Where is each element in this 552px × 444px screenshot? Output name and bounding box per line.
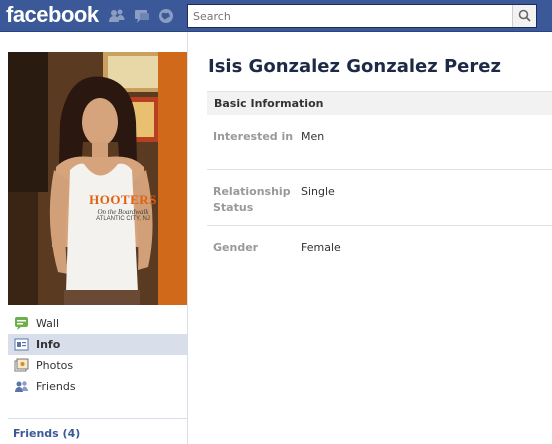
messages-icon[interactable] (133, 7, 151, 25)
shirt-brand-text: HOOTERS (89, 192, 157, 207)
photos-icon (14, 358, 29, 373)
left-column-divider (187, 32, 188, 444)
search-box (187, 4, 537, 28)
profile-name: Isis Gonzalez Gonzalez Perez (208, 56, 501, 77)
info-label: Interested in (213, 130, 294, 143)
notifications-icon[interactable] (157, 7, 175, 25)
friends-count-link[interactable]: Friends (4) (13, 427, 80, 440)
top-bar: facebook (0, 0, 552, 32)
info-label: Gender (213, 241, 259, 254)
profile-photo-illustration (8, 52, 188, 305)
nav-item-label: Wall (36, 317, 60, 330)
info-row-interested-in: Interested in Men (207, 126, 552, 170)
profile-picture[interactable]: HOOTERS On the Boardwalk ATLANTIC CITY, … (8, 52, 188, 305)
shirt-location-text: ATLANTIC CITY, NJ (96, 216, 150, 222)
friend-requests-icon[interactable] (108, 7, 126, 25)
info-value: Female (301, 241, 341, 254)
shirt-subtext: On the Boardwalk (97, 208, 149, 216)
friends-icon (14, 379, 29, 394)
friends-box: Friends (4) (8, 418, 187, 440)
nav-item-label: Photos (36, 359, 74, 372)
info-icon (14, 337, 29, 352)
info-row-gender: Gender Female (207, 226, 552, 266)
wall-icon (14, 316, 29, 331)
nav-item-friends[interactable]: Friends (8, 376, 187, 397)
nav-item-wall[interactable]: Wall (8, 313, 187, 334)
info-row-relationship-status: Relationship Status Single (207, 170, 552, 226)
search-button[interactable] (512, 5, 536, 27)
nav-item-label: Info (36, 338, 61, 351)
profile-nav: Wall Info Photos Friends (8, 313, 187, 397)
nav-item-label: Friends (36, 380, 76, 393)
nav-item-info[interactable]: Info (8, 334, 187, 355)
info-value: Men (301, 130, 325, 143)
shirt-print: HOOTERS On the Boardwalk ATLANTIC CITY, … (78, 192, 168, 222)
facebook-logo[interactable]: facebook (6, 2, 99, 28)
info-label: Relationship Status (213, 185, 291, 214)
basic-info-header: Basic Information (207, 91, 552, 115)
search-input[interactable] (188, 5, 512, 27)
info-value: Single (301, 185, 335, 198)
search-icon (513, 9, 536, 22)
nav-item-photos[interactable]: Photos (8, 355, 187, 376)
